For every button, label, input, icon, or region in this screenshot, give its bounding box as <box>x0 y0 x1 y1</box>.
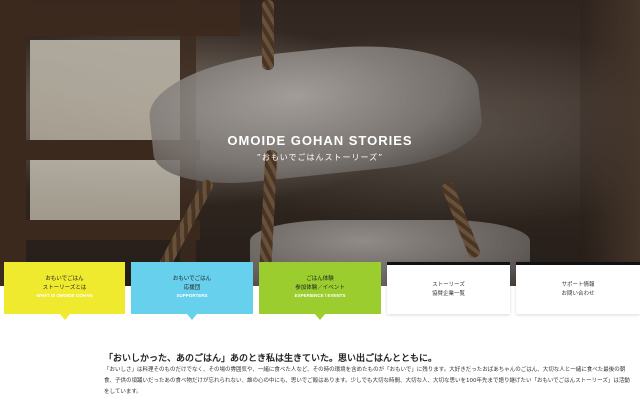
nav-tile-label: 応援団 <box>183 284 201 291</box>
nav-tile-label: お問い合わせ <box>561 290 595 297</box>
nav-tile-label: ストーリーズ <box>432 282 465 288</box>
nav-tile-en-label: WHAT IS OMOIDE GOHAN <box>36 293 93 299</box>
nav-tile-contact[interactable]: サポート情報 お問い合わせ <box>516 262 640 314</box>
nav-tile-label: ストーリーズとは <box>42 284 87 291</box>
main-nav: おもいでごはん ストーリーズとは WHAT IS OMOIDE GOHAN おも… <box>0 262 640 322</box>
hero-banner: OMOIDE GOHAN STORIES ”おもいでごはんストーリーズ” <box>0 0 640 286</box>
nav-tile-label: 協賛企業一覧 <box>431 290 465 297</box>
nav-tile-en-label: EXPERIENCE / EVENTS <box>294 293 346 299</box>
nav-tile-label: おもいでごはん <box>172 276 212 283</box>
intro-heading: 「おいしかった、あのごはん」あのとき私は生きていた。思い出ごはんとともに。 <box>104 354 438 364</box>
nav-tile-supporters[interactable]: おもいでごはん 応援団 SUPPORTERS <box>131 262 253 320</box>
nav-tile-label: サポート情報 <box>561 282 595 288</box>
nav-tile-about[interactable]: おもいでごはん ストーリーズとは WHAT IS OMOIDE GOHAN <box>4 262 125 320</box>
nav-tile-pointer <box>59 314 70 320</box>
nav-tile-label: ごはん体験 <box>306 276 334 283</box>
nav-tile-pointer <box>315 314 325 320</box>
nav-tile-pointer <box>187 314 197 320</box>
nav-tile-label: 参加体験／イベント <box>295 284 345 291</box>
nav-tile-en-label: SUPPORTERS <box>176 293 208 299</box>
hero-title: OMOIDE GOHAN STORIES <box>227 133 413 148</box>
nav-tile-sponsors[interactable]: ストーリーズ 協賛企業一覧 <box>387 262 510 314</box>
hero-subtitle: ”おもいでごはんストーリーズ” <box>256 153 384 162</box>
intro-body: 「おいしさ」は料理そのものだけでなく、その場の雰囲気や、一緒に食べた人など、その… <box>104 367 630 395</box>
nav-tile-label: おもいでごはん <box>45 276 84 283</box>
nav-tile-events[interactable]: ごはん体験 参加体験／イベント EXPERIENCE / EVENTS <box>259 262 381 320</box>
